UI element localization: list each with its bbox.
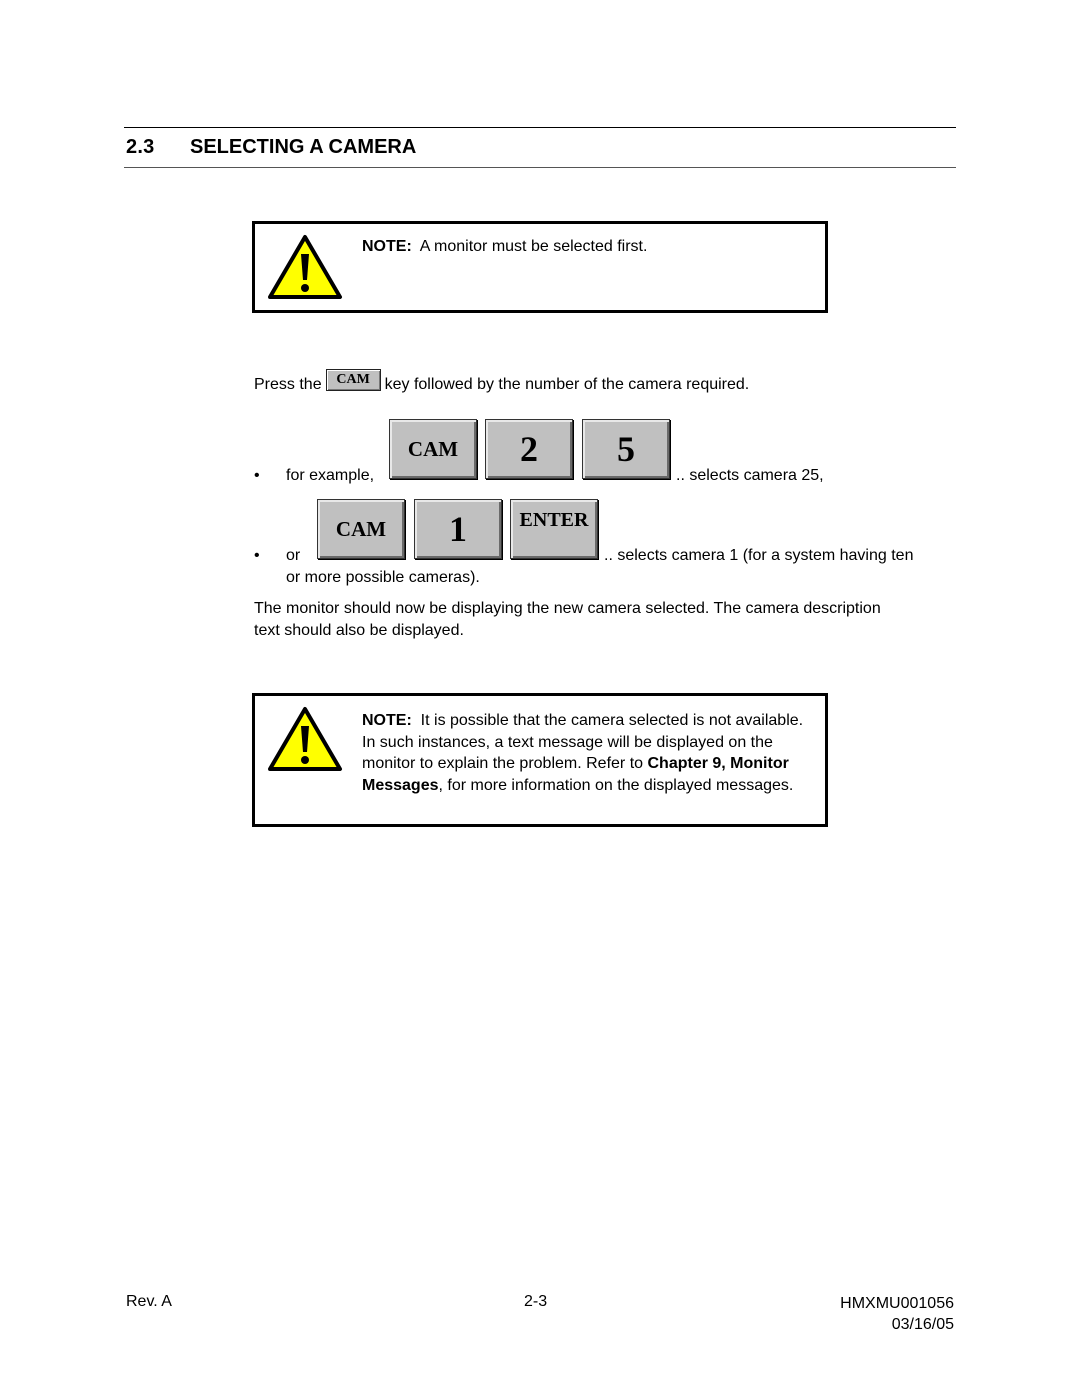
footer-page-number: 2-3 [524,1293,548,1310]
example-prefix: or [286,547,301,564]
example-continuation: or more possible cameras). [286,569,480,586]
note-text: NOTE: A monitor must be selected first. [362,236,819,258]
footer-date: 03/16/05 [891,1316,954,1333]
example-suffix: .. selects camera 25, [676,467,824,484]
cam-key: CAM [317,499,405,559]
digit-1-key: 1 [414,499,502,559]
instruction-line: Press the CAM key followed by the number o… [254,369,750,399]
example-prefix: for example, [286,467,375,484]
instruction-suffix: key followed by the number of the camera… [384,376,750,393]
body-paragraph: The monitor should now be displaying the… [254,600,881,639]
note-body: A monitor must be selected first. [419,238,648,255]
note-label: NOTE: [362,712,412,729]
note-label: NOTE: [362,238,412,255]
digit-2-key: 2 [485,419,573,479]
bullet: • [254,467,260,484]
footer-doc-info: HMXMU001056 03/16/05 [840,1293,954,1335]
note-text: NOTE: It is possible that the camera sel… [362,710,819,796]
bullet: • [254,547,260,564]
cam-key: CAM [389,419,477,479]
example-suffix: .. selects camera 1 (for a system having… [604,547,914,564]
footer-doc-id: HMXMU001056 [840,1295,954,1312]
section-title: SELECTING A CAMERA [190,136,417,158]
header-rule-top [124,127,956,128]
note-body-after: , for more information on the displayed … [438,776,794,794]
section-number: 2.3 [126,136,155,158]
header-rule-bottom [124,167,956,168]
warning-triangle-icon [268,235,342,299]
note-box-monitor-first: NOTE: A monitor must be selected first. [252,221,828,313]
footer-revision: Rev. A [126,1293,172,1310]
digit-5-key: 5 [582,419,670,479]
instruction-prefix: Press the [254,376,322,393]
warning-triangle-icon [268,707,342,771]
enter-key: ENTER [510,499,598,559]
cam-key-inline: CAM [325,369,381,391]
note-box-camera-unavailable: NOTE: It is possible that the camera sel… [252,693,828,827]
